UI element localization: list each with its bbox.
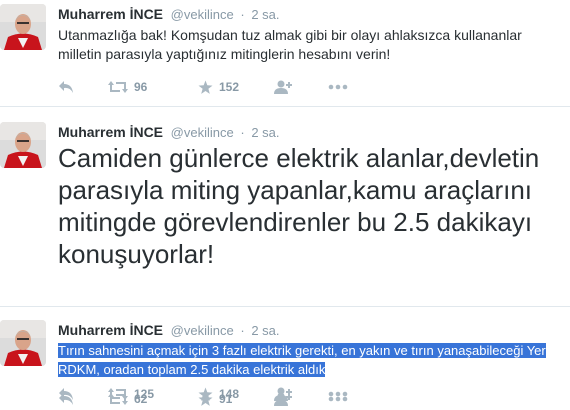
follow-button[interactable] [273,390,293,408]
favorite-count: 91 [219,392,233,406]
tweet-text: Utanmazlığa bak! Komşudan tuz almak gibi… [58,27,522,62]
timestamp[interactable]: 2 sa. [251,125,279,140]
tweet[interactable]: Muharrem İNCE @vekilince · 2 sa. Tırın s… [0,307,570,410]
more-button[interactable] [328,390,348,408]
reply-button[interactable] [58,390,74,408]
star-icon [198,80,213,94]
separator: · [240,7,245,22]
star-icon [198,392,213,406]
timestamp[interactable]: 2 sa. [251,7,279,22]
retweet-count: 62 [134,392,148,406]
more-icon [328,396,348,402]
reply-button[interactable] [58,78,74,96]
retweet-button[interactable]: 96 [108,78,147,96]
reply-icon [59,81,73,93]
reply-icon [59,393,73,405]
selected-text: Tırın sahnesini açmak için 3 fazlı elekt… [58,343,546,377]
separator: · [240,323,245,338]
author-handle[interactable]: @vekilince [171,323,234,338]
tweet-text: Tırın sahnesini açmak için 3 fazlı elekt… [58,341,563,379]
retweet-button[interactable]: 62 [108,390,147,408]
author-handle[interactable]: @vekilince [171,125,234,140]
author-name[interactable]: Muharrem İNCE [58,124,163,140]
tweet-header: Muharrem İNCE @vekilince · 2 sa. [58,6,280,22]
retweet-count: 96 [134,80,148,94]
favorite-button[interactable]: 152 [198,78,239,96]
avatar[interactable] [0,122,46,168]
separator: · [240,125,245,140]
more-button[interactable] [328,78,348,96]
author-name[interactable]: Muharrem İNCE [58,322,163,338]
avatar-image [0,320,46,366]
favorite-count: 152 [219,80,240,94]
retweet-icon [108,393,128,405]
tweet[interactable]: Muharrem İNCE @vekilince · 2 sa. Camiden… [0,107,570,401]
tweet[interactable]: Muharrem İNCE @vekilince · 2 sa. Utanmaz… [0,0,570,107]
avatar[interactable] [0,4,46,50]
avatar-image [0,4,46,50]
author-name[interactable]: Muharrem İNCE [58,6,163,22]
avatar-image [0,122,46,168]
tweet-header: Muharrem İNCE @vekilince · 2 sa. [58,322,280,338]
author-handle[interactable]: @vekilince [171,7,234,22]
retweet-icon [108,81,128,93]
follow-button[interactable] [273,78,293,96]
tweet-text: Camiden günlerce elektrik alanlar,devlet… [58,143,540,269]
more-icon [328,84,348,90]
avatar[interactable] [0,320,46,366]
favorite-button[interactable]: 91 [198,390,232,408]
timestamp[interactable]: 2 sa. [251,323,279,338]
follow-icon [274,80,292,94]
follow-icon [274,392,292,406]
tweet-header: Muharrem İNCE @vekilince · 2 sa. [58,124,280,140]
